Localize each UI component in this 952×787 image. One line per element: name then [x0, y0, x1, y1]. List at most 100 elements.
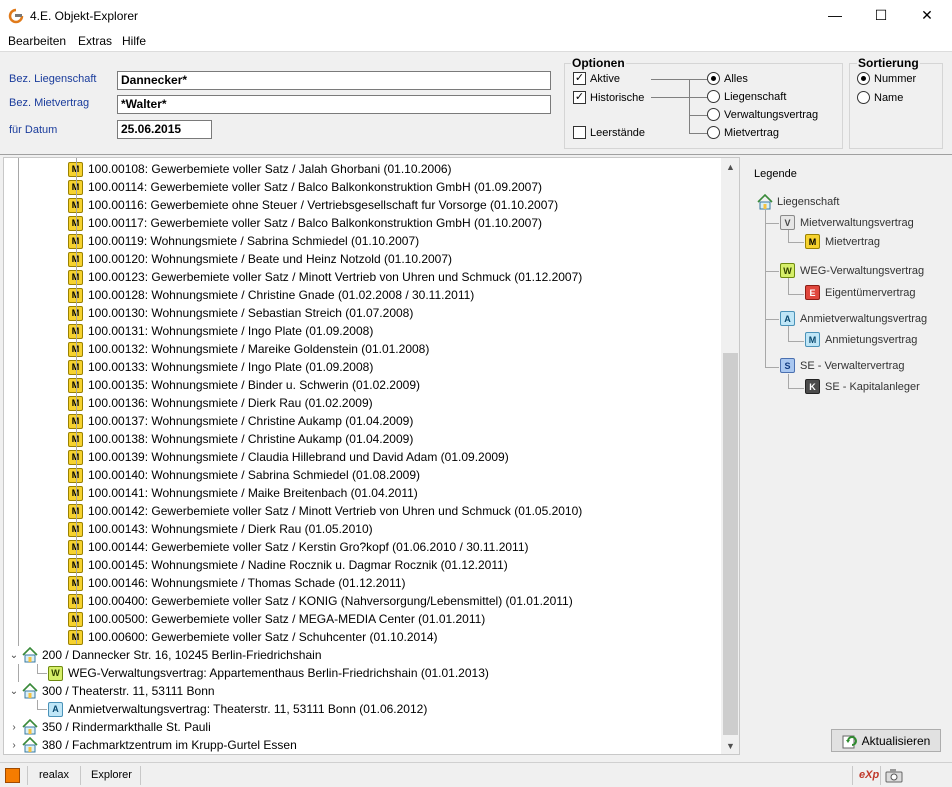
tree-node-mietvertrag[interactable]: M100.00128: Wohnungsmiete / Christine Gn…	[68, 286, 739, 304]
tree-node-mietvertrag[interactable]: M100.00108: Gewerbemiete voller Satz / J…	[68, 160, 739, 178]
legend-line	[765, 223, 779, 224]
liegenschaft-input[interactable]: Dannecker*	[117, 71, 551, 90]
close-button[interactable]: ✕	[904, 0, 950, 30]
tree-node-200[interactable]: ⌄ 200 / Dannecker Str. 16, 10245 Berlin-…	[9, 646, 725, 664]
tree-node-anm-300[interactable]: A Anmietverwaltungsvertrag: Theaterstr. …	[48, 700, 739, 718]
tree-node-label: WEG-Verwaltungsvertrag: Appartementhaus …	[68, 666, 489, 680]
collapse-chevron-icon[interactable]: ›	[9, 740, 19, 751]
menu-bearbeiten[interactable]: Bearbeiten	[8, 34, 66, 48]
historische-check-icon: ✓	[573, 91, 586, 104]
tree-node-mietvertrag[interactable]: M100.00500: Gewerbemiete voller Satz / M…	[68, 610, 739, 628]
legend-line	[788, 326, 789, 341]
tree-node-mietvertrag[interactable]: M100.00130: Wohnungsmiete / Sebastian St…	[68, 304, 739, 322]
tree-node-mietvertrag[interactable]: M100.00142: Gewerbemiete voller Satz / M…	[68, 502, 739, 520]
sortierung-title: Sortierung	[857, 56, 920, 70]
tree-node-label: 100.00140: Wohnungsmiete / Sabrina Schmi…	[88, 468, 420, 482]
tree-node-mietvertrag[interactable]: M100.00138: Wohnungsmiete / Christine Au…	[68, 430, 739, 448]
tree-node-mietvertrag[interactable]: M100.00145: Wohnungsmiete / Nadine Roczn…	[68, 556, 739, 574]
menu-bar: Bearbeiten Extras Hilfe	[0, 32, 952, 52]
radio-liegenschaft[interactable]: Liegenschaft	[707, 90, 786, 103]
refresh-button[interactable]: Aktualisieren	[831, 729, 941, 752]
aktive-checkbox[interactable]: ✓ Aktive	[573, 72, 620, 85]
a-badge-icon: A	[780, 311, 795, 326]
tree-node-label: 380 / Fachmarktzentrum im Krupp-Gurtel E…	[42, 738, 297, 752]
radio-nummer[interactable]: Nummer	[857, 72, 916, 85]
radio-verwaltungsvertrag[interactable]: Verwaltungsvertrag	[707, 108, 818, 121]
expand-chevron-icon[interactable]: ⌄	[9, 650, 19, 661]
tree-guide-line	[37, 664, 38, 673]
scroll-down-arrow-icon[interactable]: ▼	[721, 737, 739, 754]
tree-node-mietvertrag[interactable]: M100.00146: Wohnungsmiete / Thomas Schad…	[68, 574, 739, 592]
radio-mietvertrag-icon	[707, 126, 720, 139]
legend-label: Liegenschaft	[777, 196, 840, 208]
camera-icon[interactable]	[885, 768, 903, 783]
tree-node-mietvertrag[interactable]: M100.00123: Gewerbemiete voller Satz / M…	[68, 268, 739, 286]
maximize-button[interactable]: ☐	[858, 0, 904, 30]
tree-node-mietvertrag[interactable]: M100.00120: Wohnungsmiete / Beate und He…	[68, 250, 739, 268]
legend-weg: W WEG-Verwaltungsvertrag	[780, 263, 924, 278]
legend-label: Anmietungsvertrag	[825, 333, 918, 346]
object-tree[interactable]: M100.00108: Gewerbemiete voller Satz / J…	[3, 157, 740, 755]
tree-node-weg-200[interactable]: W WEG-Verwaltungsvertrag: Appartementhau…	[48, 664, 739, 682]
status-separator	[140, 766, 141, 785]
tree-node-label: 100.00114: Gewerbemiete voller Satz / Ba…	[88, 180, 543, 194]
tree-node-label: 100.00143: Wohnungsmiete / Dierk Rau (01…	[88, 522, 373, 536]
legend-label: SE - Verwaltervertrag	[800, 359, 905, 372]
tree-scrollbar[interactable]: ▲ ▼	[721, 158, 739, 754]
tree-node-mietvertrag[interactable]: M100.00117: Gewerbemiete voller Satz / B…	[68, 214, 739, 232]
tree-node-mietvertrag[interactable]: M100.00400: Gewerbemiete voller Satz / K…	[68, 592, 739, 610]
tree-node-mietvertrag[interactable]: M100.00139: Wohnungsmiete / Claudia Hill…	[68, 448, 739, 466]
exp-icon[interactable]: eXp	[859, 769, 879, 781]
tree-node-mietvertrag[interactable]: M100.00141: Wohnungsmiete / Maike Breite…	[68, 484, 739, 502]
scroll-thumb[interactable]	[723, 353, 738, 735]
tree-node-mietvertrag[interactable]: M100.00137: Wohnungsmiete / Christine Au…	[68, 412, 739, 430]
tree-node-mietvertrag[interactable]: M100.00143: Wohnungsmiete / Dierk Rau (0…	[68, 520, 739, 538]
datum-input[interactable]: 25.06.2015	[117, 120, 212, 139]
options-connector	[651, 79, 707, 80]
collapse-chevron-icon[interactable]: ›	[9, 722, 19, 733]
tree-node-mietvertrag[interactable]: M100.00114: Gewerbemiete voller Satz / B…	[68, 178, 739, 196]
radio-name[interactable]: Name	[857, 91, 903, 104]
tree-node-label: 200 / Dannecker Str. 16, 10245 Berlin-Fr…	[42, 648, 322, 662]
tree-node-mietvertrag[interactable]: M100.00119: Wohnungsmiete / Sabrina Schm…	[68, 232, 739, 250]
legend-label: WEG-Verwaltungsvertrag	[800, 264, 925, 277]
status-bar: realax Explorer eXp	[0, 762, 952, 787]
legend-label: Mietverwaltungsvertrag	[800, 216, 914, 229]
historische-checkbox[interactable]: ✓ Historische	[573, 91, 644, 104]
radio-mietvertrag[interactable]: Mietvertrag	[707, 126, 779, 139]
tree-node-mietvertrag[interactable]: M100.00116: Gewerbemiete ohne Steuer / V…	[68, 196, 739, 214]
leerstaende-label: Leerstände	[590, 126, 646, 139]
tree-guide-line	[18, 158, 19, 646]
liegenschaft-label: Bez. Liegenschaft	[9, 73, 97, 85]
tree-node-mietvertrag[interactable]: M100.00135: Wohnungsmiete / Binder u. Sc…	[68, 376, 739, 394]
tree-node-350[interactable]: › 350 / Rindermarkthalle St. Pauli	[9, 718, 725, 736]
menu-hilfe[interactable]: Hilfe	[122, 34, 146, 48]
window-title: 4.E. Objekt-Explorer	[30, 9, 139, 23]
scroll-up-arrow-icon[interactable]: ▲	[721, 158, 739, 175]
legend-label: SE - Kapitalanleger	[825, 380, 920, 393]
refresh-label: Aktualisieren	[861, 733, 931, 748]
tree-node-mietvertrag[interactable]: M100.00136: Wohnungsmiete / Dierk Rau (0…	[68, 394, 739, 412]
tree-node-mietvertrag[interactable]: M100.00140: Wohnungsmiete / Sabrina Schm…	[68, 466, 739, 484]
tree-node-mietvertrag[interactable]: M100.00131: Wohnungsmiete / Ingo Plate (…	[68, 322, 739, 340]
tree-node-mietvertrag[interactable]: M100.00144: Gewerbemiete voller Satz / K…	[68, 538, 739, 556]
tree-node-380[interactable]: › 380 / Fachmarktzentrum im Krupp-Gurtel…	[9, 736, 725, 754]
radio-alles[interactable]: Alles	[707, 72, 748, 85]
legend-label: Eigentümervertrag	[825, 286, 916, 299]
minimize-button[interactable]: —	[812, 0, 858, 30]
w-badge-icon: W	[780, 263, 795, 278]
mietvertrag-input[interactable]: *Walter*	[117, 95, 551, 114]
legend-eigentuemer: E Eigentümervertrag	[805, 285, 916, 300]
menu-extras[interactable]: Extras	[78, 34, 112, 48]
tree-node-mietvertrag[interactable]: M100.00133: Wohnungsmiete / Ingo Plate (…	[68, 358, 739, 376]
legend-line	[788, 230, 789, 242]
tree-node-mietvertrag[interactable]: M100.00600: Gewerbemiete voller Satz / S…	[68, 628, 739, 646]
tree-node-300[interactable]: ⌄ 300 / Theaterstr. 11, 53111 Bonn	[9, 682, 725, 700]
anmiet-badge-icon: A	[48, 701, 63, 717]
radio-verwaltungsvertrag-label: Verwaltungsvertrag	[724, 108, 819, 121]
legend-line	[788, 294, 804, 295]
expand-chevron-icon[interactable]: ⌄	[9, 686, 19, 697]
tree-node-mietvertrag[interactable]: M100.00132: Wohnungsmiete / Mareike Gold…	[68, 340, 739, 358]
leerstaende-checkbox[interactable]: Leerstände	[573, 126, 645, 139]
tree-node-label: 100.00600: Gewerbemiete voller Satz / Sc…	[88, 630, 438, 644]
